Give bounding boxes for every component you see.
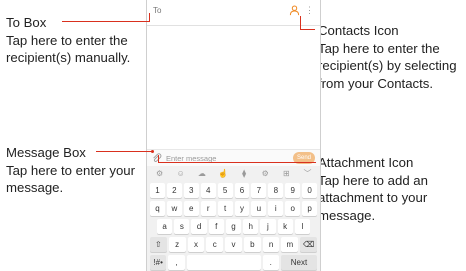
keyboard-toolbar: ⚙ ☺ ☁ ☝ ⧫ ⚙ ⊞ ﹀ <box>149 168 318 180</box>
key[interactable]: 1 <box>150 183 165 198</box>
key[interactable]: b <box>243 237 261 252</box>
number-row: 1 2 3 4 5 6 7 8 9 0 <box>149 183 318 198</box>
attachment-leader-line <box>158 162 316 163</box>
key[interactable]: z <box>168 237 186 252</box>
backspace-key[interactable]: ⌫ <box>300 237 318 252</box>
settings-icon[interactable]: ⚙ <box>149 168 170 180</box>
attachment-icon-title: Attachment Icon <box>318 155 414 170</box>
key[interactable]: 5 <box>217 183 233 198</box>
contacts-icon[interactable] <box>289 5 300 16</box>
key[interactable]: p <box>302 201 318 216</box>
key[interactable]: n <box>262 237 280 252</box>
contacts-icon-callout: Contacts Icon Tap here to enter the reci… <box>318 22 466 92</box>
emoji-icon[interactable]: ☺ <box>170 168 191 180</box>
key[interactable]: 2 <box>166 183 182 198</box>
key[interactable]: l <box>294 219 310 234</box>
key[interactable]: w <box>166 201 182 216</box>
attachment-icon-callout: Attachment Icon Tap here to add an attac… <box>318 154 466 224</box>
key[interactable]: 6 <box>234 183 250 198</box>
key[interactable]: s <box>174 219 190 234</box>
key-row-4: !#• , . Next <box>149 255 318 270</box>
clipboard-icon[interactable]: ⊞ <box>276 168 297 180</box>
key[interactable]: f <box>208 219 224 234</box>
to-box[interactable]: To ⋮ <box>147 0 320 26</box>
to-box-leader-tick <box>149 13 150 22</box>
message-box-leader-line <box>96 151 152 152</box>
contacts-icon-desc: Tap here to enter the recipient(s) by se… <box>318 40 457 91</box>
phone-screen: To ⋮ Enter message Send ⚙ ☺ ☁ ☝ ⧫ ⚙ ⊞ ﹀ … <box>146 0 321 271</box>
key[interactable]: a <box>157 219 173 234</box>
key[interactable]: h <box>243 219 259 234</box>
comma-key[interactable]: , <box>168 255 185 270</box>
key-row-1: q w e r t y u i o p <box>149 201 318 216</box>
message-box-desc: Tap here to enter your message. <box>6 162 136 196</box>
key[interactable]: u <box>251 201 267 216</box>
next-key[interactable]: Next <box>280 255 317 270</box>
key[interactable]: 8 <box>268 183 284 198</box>
attachment-icon-desc: Tap here to add an attachment to your me… <box>318 172 428 223</box>
key[interactable]: t <box>217 201 233 216</box>
key[interactable]: r <box>200 201 216 216</box>
message-box-title: Message Box <box>6 145 86 160</box>
message-box-leader-dot <box>151 150 154 153</box>
to-box-leader-line <box>62 21 149 22</box>
key[interactable]: y <box>234 201 250 216</box>
key[interactable]: 0 <box>302 183 318 198</box>
key[interactable]: q <box>150 201 165 216</box>
key[interactable]: 3 <box>183 183 199 198</box>
key-row-2: a s d f g h j k l <box>156 219 311 234</box>
more-options-icon[interactable]: ⋮ <box>305 6 314 15</box>
space-key[interactable] <box>186 255 261 270</box>
to-box-desc: Tap here to enter the recipient(s) manua… <box>6 32 131 66</box>
key-row-3: ⇧ z x c v b n m ⌫ <box>149 237 318 252</box>
to-field-label: To <box>153 6 162 15</box>
key[interactable]: o <box>285 201 301 216</box>
key[interactable]: i <box>268 201 284 216</box>
period-key[interactable]: . <box>262 255 279 270</box>
sticker-icon[interactable]: ☁ <box>191 168 212 180</box>
key[interactable]: k <box>277 219 293 234</box>
contacts-icon-title: Contacts Icon <box>318 23 399 38</box>
key[interactable]: v <box>225 237 242 252</box>
key[interactable]: m <box>281 237 299 252</box>
key[interactable]: c <box>206 237 224 252</box>
key[interactable]: 4 <box>200 183 216 198</box>
gear-icon[interactable]: ⚙ <box>255 168 276 180</box>
key[interactable]: 7 <box>251 183 267 198</box>
key[interactable]: j <box>260 219 276 234</box>
to-box-title: To Box <box>6 15 47 30</box>
voice-icon[interactable]: ⧫ <box>234 168 255 180</box>
collapse-icon[interactable]: ﹀ <box>297 168 318 180</box>
message-box[interactable]: Enter message Send <box>147 149 320 167</box>
contacts-leader-line <box>300 29 315 30</box>
key[interactable]: d <box>191 219 207 234</box>
contacts-leader-tick <box>300 16 301 29</box>
key[interactable]: g <box>225 219 242 234</box>
key[interactable]: e <box>183 201 199 216</box>
keyboard: ⚙ ☺ ☁ ☝ ⧫ ⚙ ⊞ ﹀ 1 2 3 4 5 6 7 8 9 0 q w … <box>147 166 320 271</box>
key[interactable]: 9 <box>285 183 301 198</box>
handwriting-icon[interactable]: ☝ <box>212 168 233 180</box>
symbols-key[interactable]: !#• <box>150 255 167 270</box>
shift-key[interactable]: ⇧ <box>150 237 167 252</box>
key[interactable]: x <box>187 237 205 252</box>
